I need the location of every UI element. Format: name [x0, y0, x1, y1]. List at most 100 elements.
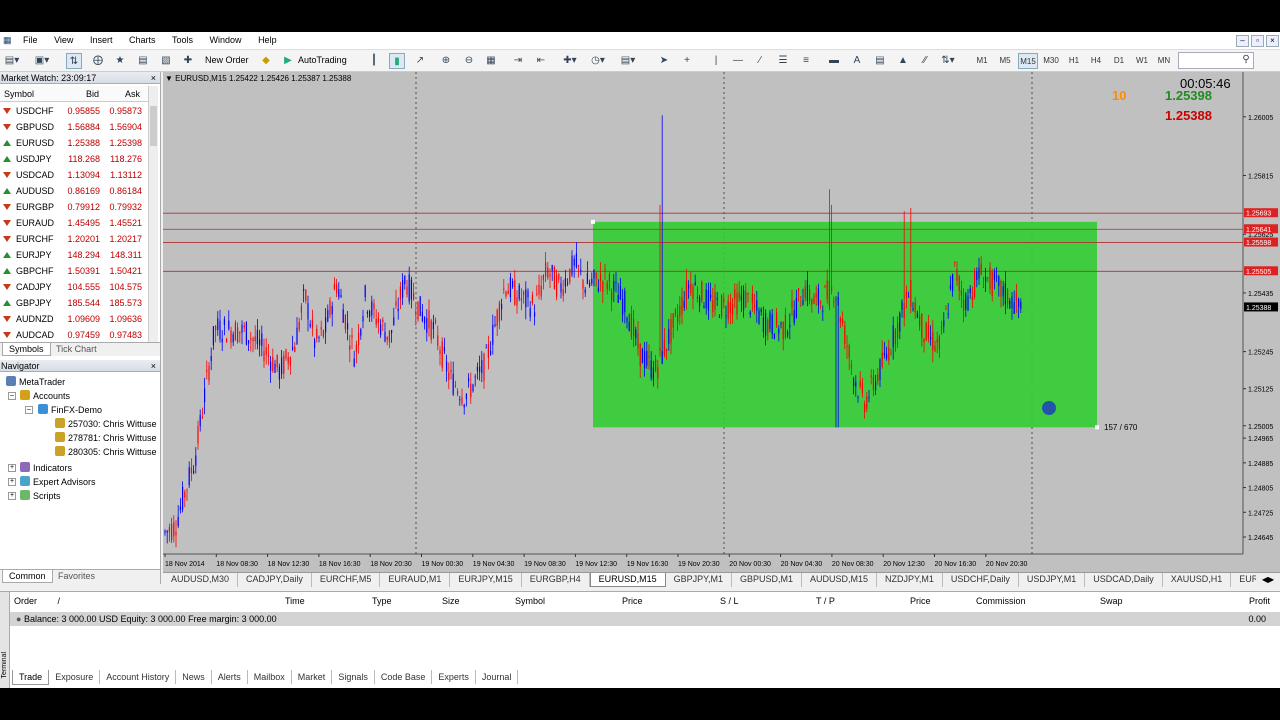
chart-tab[interactable]: GBPJPY,M1: [666, 573, 732, 587]
horizontal-line-icon[interactable]: —: [730, 53, 746, 69]
crosshair-icon[interactable]: +: [679, 53, 695, 69]
terminal-tab[interactable]: Code Base: [375, 670, 433, 684]
market-watch-row[interactable]: EURAUD 1.45495 1.45521: [0, 215, 148, 231]
terminal-tab[interactable]: Mailbox: [248, 670, 292, 684]
arrow-shape-icon[interactable]: ▲: [895, 53, 911, 69]
market-watch-row[interactable]: AUDCAD 0.97459 0.97483: [0, 327, 148, 343]
cursor-icon[interactable]: ➤: [656, 53, 672, 69]
market-watch-row[interactable]: AUDUSD 0.86169 0.86184: [0, 183, 148, 199]
col-ask[interactable]: Ask: [125, 89, 140, 99]
market-watch-row[interactable]: EURGBP 0.79912 0.79932: [0, 199, 148, 215]
menu-charts[interactable]: Charts: [122, 32, 163, 50]
col-symbol[interactable]: Symbol: [515, 596, 545, 606]
chart-tab[interactable]: EURAUD,M1: [380, 573, 451, 587]
shapes-icon[interactable]: ⇅▾: [940, 53, 956, 69]
chart-tab[interactable]: AUDUSD,M15: [802, 573, 878, 587]
col-bid[interactable]: Bid: [86, 89, 99, 99]
market-watch-row[interactable]: EURJPY 148.294 148.311: [0, 247, 148, 263]
bar-chart-icon[interactable]: ┃: [366, 53, 382, 69]
nav-expert-advisors[interactable]: Expert Advisors: [20, 476, 96, 488]
col-size[interactable]: Size: [442, 596, 460, 606]
trendline-icon[interactable]: ∕: [752, 53, 768, 69]
close-window-button[interactable]: ×: [1266, 35, 1279, 47]
channel-icon[interactable]: ∕∕: [917, 53, 933, 69]
vertical-line-icon[interactable]: |: [708, 53, 724, 69]
chart-tab[interactable]: NZDJPY,M1: [877, 573, 943, 587]
chart-canvas[interactable]: 1.260051.258151.256251.254351.252451.251…: [163, 72, 1280, 572]
market-watch-row[interactable]: GBPJPY 185.544 185.573: [0, 295, 148, 311]
equidistant-channel-icon[interactable]: ☰: [775, 53, 791, 69]
zoom-in-icon[interactable]: ⊕: [438, 53, 454, 69]
terminal-tab[interactable]: Trade: [12, 670, 50, 685]
timeframe-m30[interactable]: M30: [1041, 53, 1061, 69]
scroll-thumb[interactable]: [150, 106, 157, 146]
col-price-current[interactable]: Price: [910, 596, 931, 606]
chart-window[interactable]: 1.26005 1.25815 1.25625 1.25435 1.25245 1.251…: [163, 72, 1280, 572]
terminal-icon[interactable]: ▤: [135, 53, 151, 69]
nav-account-3[interactable]: 280305: Chris Wittuse: [55, 446, 157, 458]
menu-view[interactable]: View: [47, 32, 80, 50]
timeframe-m1[interactable]: M1: [972, 53, 992, 69]
chart-tab[interactable]: EURCHF,M5: [312, 573, 381, 587]
navigator-icon[interactable]: ★: [112, 53, 128, 69]
expand-indicators-icon[interactable]: +: [8, 464, 16, 472]
tab-symbols[interactable]: Symbols: [2, 343, 51, 356]
expand-scripts-icon[interactable]: +: [8, 492, 16, 500]
new-chart-icon[interactable]: ▤▾: [4, 53, 20, 69]
search-icon[interactable]: ⚲: [1238, 52, 1254, 68]
app-icon[interactable]: ▦: [0, 32, 14, 50]
col-swap[interactable]: Swap: [1100, 596, 1123, 606]
line-chart-icon[interactable]: ↗: [412, 53, 428, 69]
templates-icon[interactable]: ▤▾: [620, 53, 636, 69]
terminal-tab[interactable]: Signals: [332, 670, 375, 684]
timeframe-d1[interactable]: D1: [1109, 53, 1129, 69]
nav-server[interactable]: FinFX-Demo: [38, 404, 102, 416]
expand-experts-icon[interactable]: +: [8, 478, 16, 486]
chart-tab[interactable]: USDCAD,Daily: [1085, 573, 1163, 587]
periods-icon[interactable]: ◷▾: [590, 53, 606, 69]
chart-tab[interactable]: EURJPY,M15: [450, 573, 522, 587]
fibonacci-icon[interactable]: ≡: [798, 53, 814, 69]
timeframe-h4[interactable]: H4: [1086, 53, 1106, 69]
market-watch-icon[interactable]: ⇅: [66, 53, 82, 69]
profiles-icon[interactable]: ▣▾: [34, 53, 50, 69]
timeframe-mn[interactable]: MN: [1154, 53, 1174, 69]
chart-tab[interactable]: EURUSD,M15: [589, 573, 666, 587]
metaeditor-icon[interactable]: ◆: [258, 53, 274, 69]
terminal-tab[interactable]: Account History: [100, 670, 177, 684]
terminal-tab[interactable]: Experts: [432, 670, 476, 684]
market-watch-row[interactable]: USDCHF 0.95855 0.95873: [0, 103, 148, 119]
chart-tab[interactable]: XAUUSD,H1: [1163, 573, 1232, 587]
nav-account-1[interactable]: 257030: Chris Wittuse: [55, 418, 157, 430]
tile-windows-icon[interactable]: ▦: [483, 53, 499, 69]
autotrading-icon[interactable]: ▶: [280, 53, 296, 69]
market-watch-row[interactable]: CADJPY 104.555 104.575: [0, 279, 148, 295]
terminal-tab[interactable]: News: [176, 670, 212, 684]
balance-row[interactable]: ● Balance: 3 000.00 USD Equity: 3 000.00…: [10, 612, 1280, 626]
tab-tick-chart[interactable]: Tick Chart: [50, 343, 103, 356]
tab-common[interactable]: Common: [2, 570, 53, 583]
chart-tab[interactable]: AUDUSD,M30: [163, 573, 239, 587]
col-price[interactable]: Price: [622, 596, 643, 606]
chart-tab[interactable]: USDJPY,M1: [1019, 573, 1086, 587]
rectangle-icon[interactable]: ▬: [826, 53, 842, 69]
restore-button[interactable]: ▫: [1251, 35, 1264, 47]
market-watch-row[interactable]: EURCHF 1.20201 1.20217: [0, 231, 148, 247]
col-type[interactable]: Type: [372, 596, 392, 606]
menu-tools[interactable]: Tools: [165, 32, 200, 50]
zoom-out-icon[interactable]: ⊖: [461, 53, 477, 69]
new-order-icon[interactable]: ✚: [180, 53, 196, 69]
close-icon[interactable]: ×: [151, 72, 156, 84]
col-time[interactable]: Time: [285, 596, 305, 606]
data-window-icon[interactable]: ⨁: [90, 53, 106, 69]
col-sl[interactable]: S / L: [720, 596, 739, 606]
market-watch-scrollbar[interactable]: [148, 86, 158, 342]
autotrading-button[interactable]: AutoTrading: [298, 53, 347, 69]
market-watch-row[interactable]: AUDNZD 1.09609 1.09636: [0, 311, 148, 327]
text-icon[interactable]: A: [849, 53, 865, 69]
col-commission[interactable]: Commission: [976, 596, 1026, 606]
text-label-icon[interactable]: ▤: [872, 53, 888, 69]
tab-favorites[interactable]: Favorites: [52, 570, 101, 583]
chart-shift-icon[interactable]: ⇤: [533, 53, 549, 69]
terminal-tab[interactable]: Journal: [476, 670, 519, 684]
